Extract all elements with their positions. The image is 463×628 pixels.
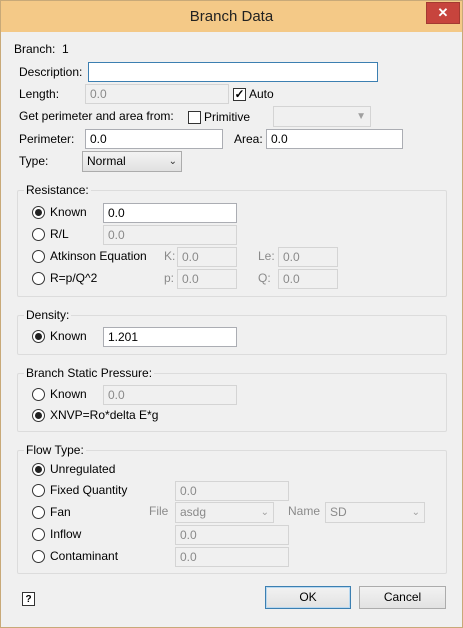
resistance-atkinson-radio[interactable] (32, 250, 45, 263)
flow-type-title: Flow Type: (24, 443, 86, 457)
auto-checkbox[interactable]: ✓ (233, 88, 246, 101)
density-input[interactable]: 1.201 (103, 327, 237, 347)
area-input[interactable]: 0.0 (266, 129, 403, 149)
fan-radio[interactable] (32, 506, 45, 519)
static-pressure-group: Branch Static Pressure: Known 0.0 XNVP=R… (17, 366, 447, 432)
contaminant-label: Contaminant (50, 549, 119, 563)
p-label: p: (164, 271, 175, 285)
resistance-known-label: Known (50, 205, 87, 219)
inflow-label: Inflow (50, 527, 82, 541)
contaminant-input[interactable]: 0.0 (175, 547, 289, 567)
density-known-radio[interactable] (32, 330, 45, 343)
resistance-known-radio[interactable] (32, 206, 45, 219)
dialog-body: Branch: 1 Description: Length: 0.0 ✓ Aut… (7, 32, 456, 621)
fan-name-select[interactable]: SD ⌄ (325, 502, 425, 523)
le-label: Le: (258, 249, 275, 263)
resistance-rpq-radio[interactable] (32, 272, 45, 285)
resistance-rl-radio[interactable] (32, 228, 45, 241)
perimeter-label: Perimeter: (19, 132, 75, 146)
ok-button[interactable]: OK (265, 586, 351, 609)
close-button[interactable]: ✕ (426, 2, 460, 24)
primitive-select[interactable]: ▼ (273, 106, 371, 127)
unregulated-radio[interactable] (32, 463, 45, 476)
inflow-input[interactable]: 0.0 (175, 525, 289, 545)
static-pressure-known-radio[interactable] (32, 388, 45, 401)
fixed-quantity-label: Fixed Quantity (50, 483, 128, 497)
length-label: Length: (19, 87, 60, 101)
auto-label: Auto (249, 87, 274, 101)
help-icon[interactable]: ? (22, 592, 35, 606)
resistance-title: Resistance: (24, 183, 91, 197)
name-label: Name (288, 504, 321, 518)
density-title: Density: (24, 308, 72, 322)
area-label: Area: (234, 132, 263, 146)
description-label: Description: (19, 65, 83, 79)
fan-file-select[interactable]: asdg ⌄ (175, 502, 274, 523)
type-label: Type: (19, 154, 49, 168)
fixed-quantity-radio[interactable] (32, 484, 45, 497)
density-known-label: Known (50, 329, 87, 343)
type-select[interactable]: Normal ⌄ (82, 151, 182, 172)
static-pressure-title: Branch Static Pressure: (24, 366, 155, 380)
chevron-down-icon: ▼ (356, 111, 366, 122)
file-label: File (149, 504, 169, 518)
resistance-atkinson-label: Atkinson Equation (50, 249, 147, 263)
inflow-radio[interactable] (32, 528, 45, 541)
xnvp-radio[interactable] (32, 409, 45, 422)
checkmark-icon: ✓ (234, 87, 245, 101)
contaminant-radio[interactable] (32, 550, 45, 563)
xnvp-label: XNVP=Ro*delta E*g (50, 408, 159, 422)
unregulated-label: Unregulated (50, 462, 116, 476)
static-pressure-known-label: Known (50, 387, 87, 401)
description-input[interactable] (88, 62, 378, 82)
close-icon: ✕ (437, 5, 449, 20)
chevron-down-icon: ⌄ (260, 507, 269, 518)
window-title: Branch Data (189, 8, 274, 25)
resistance-rl-input[interactable]: 0.0 (103, 225, 237, 245)
le-input[interactable]: 0.0 (278, 247, 338, 267)
resistance-group: Resistance: Known 0.0 R/L 0.0 Atkinson E… (17, 183, 447, 297)
p-input[interactable]: 0.0 (177, 269, 237, 289)
primitive-label: Primitive (204, 110, 251, 124)
density-group: Density: Known 1.201 (17, 308, 447, 355)
fan-name-value: SD (330, 505, 347, 519)
perimeter-input[interactable]: 0.0 (85, 129, 223, 149)
static-pressure-input[interactable]: 0.0 (103, 385, 237, 405)
length-input[interactable]: 0.0 (85, 84, 229, 104)
flow-type-group: Flow Type: Unregulated Fixed Quantity 0.… (17, 443, 447, 574)
k-label: K: (164, 249, 176, 263)
resistance-known-input[interactable]: 0.0 (103, 203, 237, 223)
perimeter-area-source-label: Get perimeter and area from: (19, 109, 174, 123)
fan-file-value: asdg (180, 505, 207, 519)
chevron-down-icon: ⌄ (411, 507, 420, 518)
primitive-checkbox[interactable] (188, 111, 201, 124)
cancel-button[interactable]: Cancel (359, 586, 446, 609)
title-bar[interactable]: Branch Data ✕ (1, 1, 462, 32)
q-label: Q: (258, 271, 271, 285)
resistance-rpq-label: R=p/Q^2 (50, 271, 98, 285)
q-input[interactable]: 0.0 (278, 269, 338, 289)
chevron-down-icon: ⌄ (168, 156, 177, 167)
branch-label: Branch: (14, 42, 56, 56)
fixed-quantity-input[interactable]: 0.0 (175, 481, 289, 501)
branch-id: 1 (62, 42, 69, 56)
k-input[interactable]: 0.0 (177, 247, 237, 267)
type-select-value: Normal (87, 154, 126, 168)
fan-label: Fan (50, 505, 71, 519)
branch-data-dialog: Branch Data ✕ Branch: 1 Description: Len… (0, 0, 463, 628)
resistance-rl-label: R/L (50, 227, 69, 241)
